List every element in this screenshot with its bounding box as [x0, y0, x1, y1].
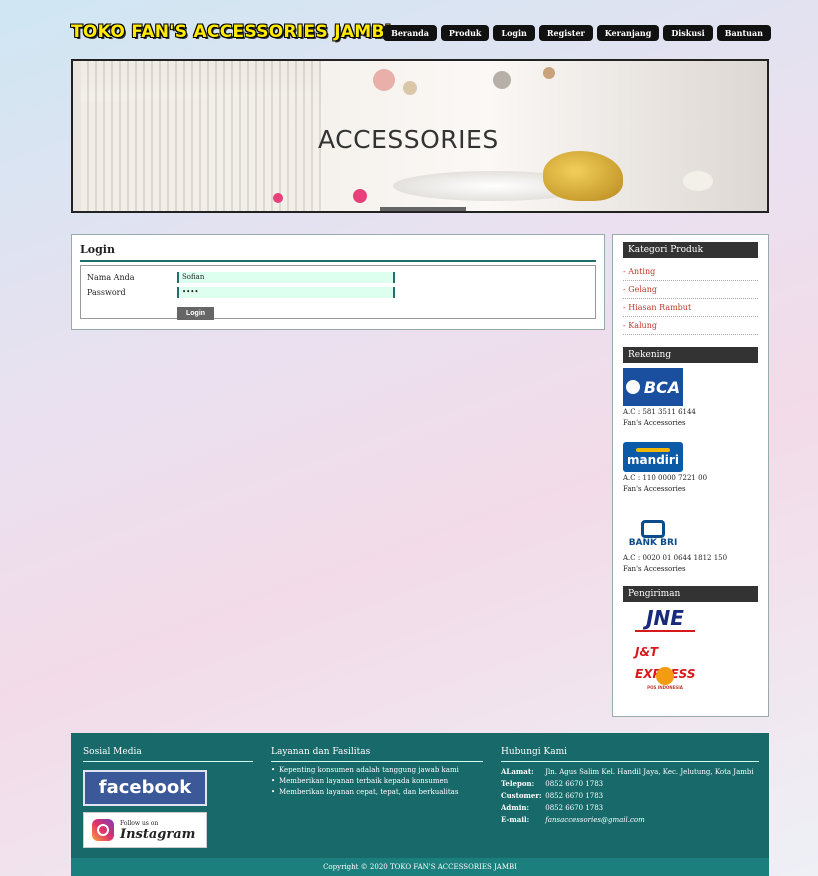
rekening-heading: Rekening — [623, 347, 758, 363]
banner-cage — [81, 61, 321, 211]
pos-logo-text: POS INDONESIA — [647, 685, 683, 690]
service-item: Memberikan layanan cepat, tepat, dan ber… — [271, 788, 483, 797]
phone-label: Telepon: — [501, 779, 535, 788]
name-input[interactable]: Sofian — [177, 272, 395, 283]
jnt-logo: J&T EXPRESS — [635, 645, 696, 681]
mandiri-logo-text: mandiri — [627, 452, 679, 467]
service-item: Memberikan layanan terbaik kepada konsum… — [271, 777, 483, 786]
password-row: Password •••• — [87, 285, 589, 300]
banner-bead — [373, 69, 395, 91]
email-value[interactable]: fansaccessories@gmail.com — [545, 816, 645, 824]
mandiri-logo: mandiri — [623, 442, 683, 472]
nav-register[interactable]: Register — [538, 25, 593, 41]
nav-keranjang[interactable]: Keranjang — [596, 25, 660, 41]
password-input[interactable]: •••• — [177, 287, 395, 298]
facebook-link[interactable]: facebook — [83, 770, 207, 806]
address-label: ALamat: — [501, 767, 534, 776]
mandiri-wave-icon — [636, 447, 670, 452]
footer-social: Sosial Media — [83, 747, 253, 762]
banner-bead — [493, 71, 511, 89]
bca-logo-text: BCA — [643, 377, 681, 397]
instagram-wordmark: Instagram — [120, 826, 196, 842]
bri-emblem-icon — [641, 520, 665, 538]
category-hiasan-rambut[interactable]: - Hiasan Rambut — [623, 299, 758, 317]
jne-logo: JNE — [635, 607, 695, 637]
login-panel: Login Nama Anda Sofian Password •••• Log… — [71, 234, 605, 330]
shipping-heading: Pengiriman — [623, 586, 758, 602]
banner-bead — [403, 81, 417, 95]
hero-banner: ACCESSORIES — [71, 59, 769, 213]
footer-contact: Hubungi Kami ALamat: Jln. Agus Salim Kel… — [501, 747, 759, 826]
instagram-text: Follow us on Instagram — [120, 820, 195, 841]
category-anting[interactable]: - Anting — [623, 263, 758, 281]
services-heading: Layanan dan Fasilitas — [271, 747, 483, 762]
bri-holder: Fan's Accessories — [623, 565, 686, 573]
banner-bead — [353, 189, 367, 203]
name-row: Nama Anda Sofian — [87, 270, 589, 285]
instagram-follow-text: Follow us on — [120, 819, 159, 827]
mandiri-account: A.C : 110 0000 7221 00 — [623, 474, 708, 482]
jne-underline — [635, 630, 695, 632]
category-heading: Kategori Produk — [623, 242, 758, 258]
admin-value: 0852 6670 1783 — [545, 804, 604, 812]
banner-bead — [273, 193, 283, 203]
bca-emblem-icon — [625, 380, 640, 394]
contact-heading: Hubungi Kami — [501, 747, 759, 762]
nav-beranda[interactable]: Beranda — [383, 25, 437, 41]
name-label: Nama Anda — [87, 273, 135, 282]
site-logo[interactable]: TOKO FAN'S ACCESSORIES JAMBI — [71, 22, 391, 42]
bri-account: A.C : 0020 01 0644 1812 150 — [623, 554, 728, 562]
customer-label: Customer: — [501, 791, 542, 800]
site-footer: Sosial Media facebook Follow us on Insta… — [71, 733, 769, 876]
address-line: ALamat: Jln. Agus Salim Kel. Handil Jaya… — [501, 766, 759, 778]
banner-bird — [543, 151, 623, 201]
banner-pager[interactable] — [380, 207, 466, 211]
bca-holder: Fan's Accessories — [623, 419, 686, 427]
pos-emblem-icon — [656, 667, 674, 685]
nav-bantuan[interactable]: Bantuan — [716, 25, 771, 41]
customer-value: 0852 6670 1783 — [545, 792, 604, 800]
admin-label: Admin: — [501, 803, 530, 812]
main-nav: Beranda Produk Login Register Keranjang … — [383, 25, 771, 41]
social-heading: Sosial Media — [83, 747, 253, 762]
nav-login[interactable]: Login — [493, 25, 535, 41]
service-item: Kepenting konsumen adalah tanggung jawab… — [271, 766, 483, 775]
phone-line: Telepon: 0852 6670 1783 — [501, 778, 759, 790]
category-kalung[interactable]: - Kalung — [623, 317, 758, 335]
phone-value: 0852 6670 1783 — [545, 780, 604, 788]
banner-bead — [543, 67, 555, 79]
email-line: E-mail: fansaccessories@gmail.com — [501, 814, 759, 826]
customer-line: Customer: 0852 6670 1783 — [501, 790, 759, 802]
bri-logo: BANK BRI — [623, 516, 683, 552]
instagram-icon — [92, 819, 114, 841]
nav-diskusi[interactable]: Diskusi — [663, 25, 713, 41]
footer-services: Layanan dan Fasilitas Kepenting konsumen… — [271, 747, 483, 797]
bca-logo: BCA — [623, 368, 683, 406]
admin-line: Admin: 0852 6670 1783 — [501, 802, 759, 814]
password-label: Password — [87, 288, 126, 297]
instagram-link[interactable]: Follow us on Instagram — [83, 812, 207, 848]
bca-account: A.C : 581 3511 6144 — [623, 408, 696, 416]
site-header: TOKO FAN'S ACCESSORIES JAMBI Beranda Pro… — [71, 22, 771, 44]
sidebar: Kategori Produk - Anting - Gelang - Hias… — [612, 234, 769, 717]
jne-logo-text: JNE — [646, 606, 684, 630]
mandiri-holder: Fan's Accessories — [623, 485, 686, 493]
bri-logo-text: BANK BRI — [628, 538, 678, 548]
email-label: E-mail: — [501, 815, 530, 824]
banner-bead — [683, 171, 713, 191]
login-button[interactable]: Login — [177, 307, 215, 320]
copyright: Copyright © 2020 TOKO FAN'S ACCESSORIES … — [71, 858, 769, 876]
banner-title: ACCESSORIES — [318, 125, 499, 154]
login-title: Login — [80, 243, 596, 262]
nav-produk[interactable]: Produk — [440, 25, 490, 41]
login-form: Nama Anda Sofian Password •••• Login — [80, 265, 596, 320]
address-value: Jln. Agus Salim Kel. Handil Jaya, Kec. J… — [545, 768, 754, 776]
category-gelang[interactable]: - Gelang — [623, 281, 758, 299]
